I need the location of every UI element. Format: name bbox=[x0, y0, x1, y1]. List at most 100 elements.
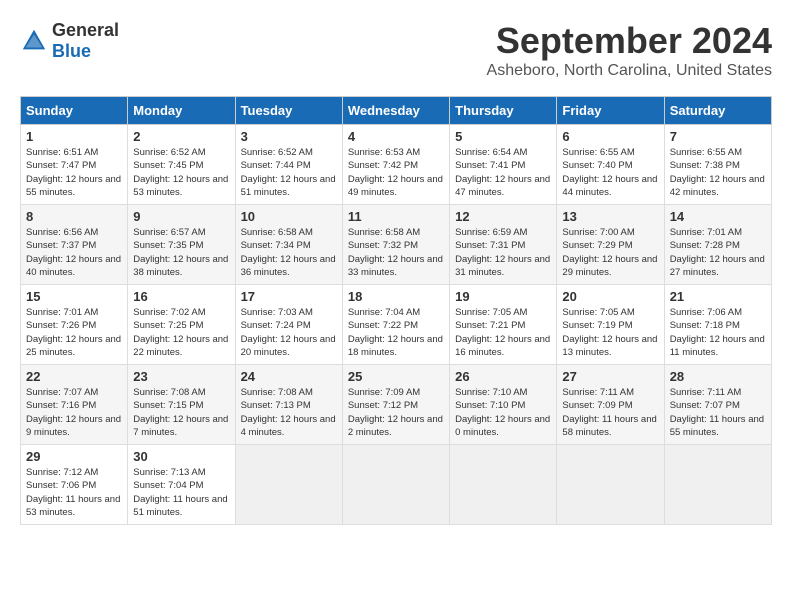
day-number: 22 bbox=[26, 369, 122, 384]
calendar-cell bbox=[557, 445, 664, 525]
day-info: Sunrise: 6:58 AMSunset: 7:34 PMDaylight:… bbox=[241, 227, 336, 278]
calendar-cell: 6 Sunrise: 6:55 AMSunset: 7:40 PMDayligh… bbox=[557, 125, 664, 205]
calendar-cell: 10 Sunrise: 6:58 AMSunset: 7:34 PMDaylig… bbox=[235, 205, 342, 285]
day-info: Sunrise: 6:54 AMSunset: 7:41 PMDaylight:… bbox=[455, 147, 550, 198]
calendar-week-5: 29 Sunrise: 7:12 AMSunset: 7:06 PMDaylig… bbox=[21, 445, 772, 525]
calendar-cell: 14 Sunrise: 7:01 AMSunset: 7:28 PMDaylig… bbox=[664, 205, 771, 285]
day-number: 6 bbox=[562, 129, 658, 144]
logo-blue: Blue bbox=[52, 41, 91, 61]
day-number: 8 bbox=[26, 209, 122, 224]
calendar-cell: 12 Sunrise: 6:59 AMSunset: 7:31 PMDaylig… bbox=[450, 205, 557, 285]
calendar-cell: 25 Sunrise: 7:09 AMSunset: 7:12 PMDaylig… bbox=[342, 365, 449, 445]
day-info: Sunrise: 6:53 AMSunset: 7:42 PMDaylight:… bbox=[348, 147, 443, 198]
day-number: 21 bbox=[670, 289, 766, 304]
calendar-cell: 28 Sunrise: 7:11 AMSunset: 7:07 PMDaylig… bbox=[664, 365, 771, 445]
calendar-cell bbox=[450, 445, 557, 525]
day-info: Sunrise: 7:05 AMSunset: 7:21 PMDaylight:… bbox=[455, 307, 550, 358]
day-header-monday: Monday bbox=[128, 97, 235, 125]
calendar-cell: 26 Sunrise: 7:10 AMSunset: 7:10 PMDaylig… bbox=[450, 365, 557, 445]
calendar-header-row: SundayMondayTuesdayWednesdayThursdayFrid… bbox=[21, 97, 772, 125]
calendar-cell: 19 Sunrise: 7:05 AMSunset: 7:21 PMDaylig… bbox=[450, 285, 557, 365]
title-section: September 2024 Asheboro, North Carolina,… bbox=[487, 20, 772, 80]
calendar-cell bbox=[664, 445, 771, 525]
day-info: Sunrise: 7:06 AMSunset: 7:18 PMDaylight:… bbox=[670, 307, 765, 358]
calendar-cell: 27 Sunrise: 7:11 AMSunset: 7:09 PMDaylig… bbox=[557, 365, 664, 445]
day-number: 11 bbox=[348, 209, 444, 224]
day-number: 17 bbox=[241, 289, 337, 304]
day-number: 28 bbox=[670, 369, 766, 384]
calendar-cell: 18 Sunrise: 7:04 AMSunset: 7:22 PMDaylig… bbox=[342, 285, 449, 365]
calendar-cell: 11 Sunrise: 6:58 AMSunset: 7:32 PMDaylig… bbox=[342, 205, 449, 285]
day-info: Sunrise: 6:56 AMSunset: 7:37 PMDaylight:… bbox=[26, 227, 121, 278]
day-number: 30 bbox=[133, 449, 229, 464]
day-info: Sunrise: 7:04 AMSunset: 7:22 PMDaylight:… bbox=[348, 307, 443, 358]
day-info: Sunrise: 7:01 AMSunset: 7:28 PMDaylight:… bbox=[670, 227, 765, 278]
calendar-cell: 1 Sunrise: 6:51 AMSunset: 7:47 PMDayligh… bbox=[21, 125, 128, 205]
day-number: 27 bbox=[562, 369, 658, 384]
day-number: 9 bbox=[133, 209, 229, 224]
day-number: 13 bbox=[562, 209, 658, 224]
calendar-week-1: 1 Sunrise: 6:51 AMSunset: 7:47 PMDayligh… bbox=[21, 125, 772, 205]
day-number: 7 bbox=[670, 129, 766, 144]
calendar-cell: 24 Sunrise: 7:08 AMSunset: 7:13 PMDaylig… bbox=[235, 365, 342, 445]
logo-icon bbox=[20, 27, 48, 55]
calendar-body: 1 Sunrise: 6:51 AMSunset: 7:47 PMDayligh… bbox=[21, 125, 772, 525]
day-header-saturday: Saturday bbox=[664, 97, 771, 125]
calendar-cell: 5 Sunrise: 6:54 AMSunset: 7:41 PMDayligh… bbox=[450, 125, 557, 205]
day-info: Sunrise: 7:09 AMSunset: 7:12 PMDaylight:… bbox=[348, 387, 443, 438]
day-info: Sunrise: 7:12 AMSunset: 7:06 PMDaylight:… bbox=[26, 467, 120, 518]
calendar-cell bbox=[342, 445, 449, 525]
day-header-tuesday: Tuesday bbox=[235, 97, 342, 125]
calendar-cell: 2 Sunrise: 6:52 AMSunset: 7:45 PMDayligh… bbox=[128, 125, 235, 205]
day-header-thursday: Thursday bbox=[450, 97, 557, 125]
calendar-cell: 15 Sunrise: 7:01 AMSunset: 7:26 PMDaylig… bbox=[21, 285, 128, 365]
calendar-cell: 29 Sunrise: 7:12 AMSunset: 7:06 PMDaylig… bbox=[21, 445, 128, 525]
calendar-week-3: 15 Sunrise: 7:01 AMSunset: 7:26 PMDaylig… bbox=[21, 285, 772, 365]
day-header-wednesday: Wednesday bbox=[342, 97, 449, 125]
day-info: Sunrise: 7:10 AMSunset: 7:10 PMDaylight:… bbox=[455, 387, 550, 438]
day-info: Sunrise: 6:51 AMSunset: 7:47 PMDaylight:… bbox=[26, 147, 121, 198]
day-info: Sunrise: 7:01 AMSunset: 7:26 PMDaylight:… bbox=[26, 307, 121, 358]
calendar-cell: 23 Sunrise: 7:08 AMSunset: 7:15 PMDaylig… bbox=[128, 365, 235, 445]
day-number: 18 bbox=[348, 289, 444, 304]
day-number: 5 bbox=[455, 129, 551, 144]
day-info: Sunrise: 7:05 AMSunset: 7:19 PMDaylight:… bbox=[562, 307, 657, 358]
location-title: Asheboro, North Carolina, United States bbox=[487, 62, 772, 80]
day-number: 26 bbox=[455, 369, 551, 384]
day-number: 20 bbox=[562, 289, 658, 304]
day-info: Sunrise: 6:58 AMSunset: 7:32 PMDaylight:… bbox=[348, 227, 443, 278]
page-header: General Blue September 2024 Asheboro, No… bbox=[20, 20, 772, 80]
calendar-week-4: 22 Sunrise: 7:07 AMSunset: 7:16 PMDaylig… bbox=[21, 365, 772, 445]
day-number: 23 bbox=[133, 369, 229, 384]
day-number: 15 bbox=[26, 289, 122, 304]
calendar-cell: 16 Sunrise: 7:02 AMSunset: 7:25 PMDaylig… bbox=[128, 285, 235, 365]
calendar-cell: 17 Sunrise: 7:03 AMSunset: 7:24 PMDaylig… bbox=[235, 285, 342, 365]
calendar-table: SundayMondayTuesdayWednesdayThursdayFrid… bbox=[20, 96, 772, 525]
day-number: 16 bbox=[133, 289, 229, 304]
day-info: Sunrise: 6:59 AMSunset: 7:31 PMDaylight:… bbox=[455, 227, 550, 278]
day-number: 4 bbox=[348, 129, 444, 144]
calendar-cell: 3 Sunrise: 6:52 AMSunset: 7:44 PMDayligh… bbox=[235, 125, 342, 205]
calendar-cell: 22 Sunrise: 7:07 AMSunset: 7:16 PMDaylig… bbox=[21, 365, 128, 445]
day-info: Sunrise: 7:08 AMSunset: 7:13 PMDaylight:… bbox=[241, 387, 336, 438]
day-number: 12 bbox=[455, 209, 551, 224]
day-header-sunday: Sunday bbox=[21, 97, 128, 125]
day-number: 3 bbox=[241, 129, 337, 144]
day-info: Sunrise: 7:07 AMSunset: 7:16 PMDaylight:… bbox=[26, 387, 121, 438]
day-number: 1 bbox=[26, 129, 122, 144]
calendar-cell bbox=[235, 445, 342, 525]
day-info: Sunrise: 6:52 AMSunset: 7:45 PMDaylight:… bbox=[133, 147, 228, 198]
day-info: Sunrise: 7:08 AMSunset: 7:15 PMDaylight:… bbox=[133, 387, 228, 438]
day-number: 2 bbox=[133, 129, 229, 144]
calendar-cell: 21 Sunrise: 7:06 AMSunset: 7:18 PMDaylig… bbox=[664, 285, 771, 365]
day-number: 25 bbox=[348, 369, 444, 384]
day-info: Sunrise: 6:55 AMSunset: 7:40 PMDaylight:… bbox=[562, 147, 657, 198]
day-info: Sunrise: 6:55 AMSunset: 7:38 PMDaylight:… bbox=[670, 147, 765, 198]
day-number: 19 bbox=[455, 289, 551, 304]
logo-general: General bbox=[52, 20, 119, 40]
day-header-friday: Friday bbox=[557, 97, 664, 125]
day-number: 24 bbox=[241, 369, 337, 384]
day-number: 29 bbox=[26, 449, 122, 464]
day-number: 10 bbox=[241, 209, 337, 224]
day-info: Sunrise: 7:00 AMSunset: 7:29 PMDaylight:… bbox=[562, 227, 657, 278]
